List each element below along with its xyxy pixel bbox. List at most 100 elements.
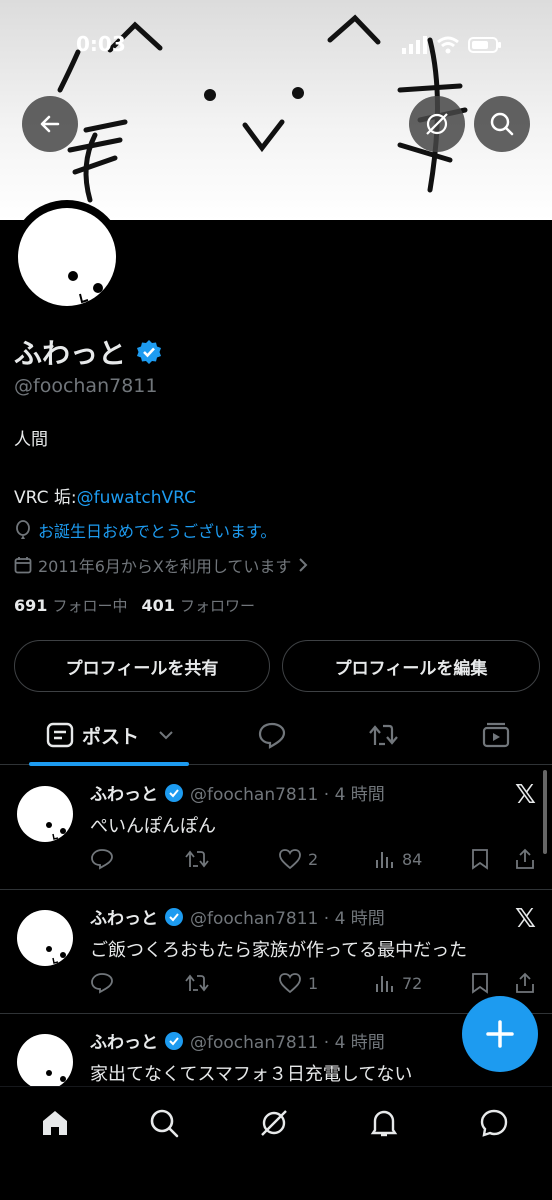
verified-badge-icon [165, 907, 183, 926]
wifi-icon [437, 36, 459, 54]
chevron-right-icon [299, 558, 308, 572]
nav-home[interactable] [35, 1103, 75, 1143]
post-handle-time: @foochan7811 · 4 時間 [190, 1033, 385, 1053]
profile-avatar[interactable] [10, 200, 124, 314]
chat-icon [480, 1109, 508, 1137]
post-text: 家出てなくてスマフォ３日充電してない [90, 1064, 413, 1085]
post-header: ふわっと @foochan7811 · 4 時間 [90, 904, 385, 929]
views-count: 72 [402, 973, 423, 993]
profile-name: ふわっと [14, 332, 162, 372]
post-header: ふわっと @foochan7811 · 4 時間 [90, 780, 385, 805]
repost-tab-icon [369, 724, 398, 746]
compose-post-button[interactable] [462, 996, 538, 1072]
nav-messages[interactable] [474, 1103, 514, 1143]
status-bar: 0:03 [0, 30, 552, 60]
post-item[interactable]: ふわっと @foochan7811 · 4 時間 𝕏 ご飯つくろおもたら家族が作… [0, 890, 552, 1014]
repost-button[interactable] [184, 972, 210, 994]
reply-button[interactable] [90, 848, 114, 870]
x-logo-icon: 𝕏 [515, 904, 536, 934]
status-time: 0:03 [76, 32, 126, 56]
avatar-face [68, 271, 103, 304]
repost-button[interactable] [184, 848, 210, 870]
heart-icon [279, 849, 301, 870]
reply-tab-icon [258, 722, 286, 749]
status-icons [402, 36, 502, 54]
bottom-navigation [0, 1086, 552, 1200]
profile-banner[interactable]: 0:03 [0, 0, 552, 220]
like-button[interactable]: 1 [278, 972, 318, 994]
profile-tabs: ポスト [0, 705, 552, 766]
calendar-icon [14, 557, 32, 574]
bio-vrc-line: VRC 垢:@fuwatchVRC [14, 483, 196, 508]
reply-icon [91, 973, 113, 994]
share-icon [516, 972, 534, 993]
edit-profile-button[interactable]: プロフィールを編集 [282, 640, 540, 692]
grok-button[interactable] [409, 96, 465, 152]
post-avatar[interactable] [17, 786, 73, 842]
views-count: 84 [402, 849, 423, 869]
tab-posts[interactable]: ポスト [46, 717, 175, 753]
views-button[interactable]: 84 [374, 848, 422, 870]
share-profile-button[interactable]: プロフィールを共有 [14, 640, 270, 692]
avatar-face [46, 822, 66, 840]
like-button[interactable]: 2 [278, 848, 318, 870]
post-author-name: ふわっと [90, 1033, 158, 1053]
tab-media[interactable] [481, 717, 511, 753]
post-text: ぺいんぽんぽん [90, 816, 216, 837]
joined-line[interactable]: 2011年6月からXを利用しています [14, 553, 309, 577]
nav-search[interactable] [144, 1103, 184, 1143]
balloon-icon [16, 520, 30, 539]
signal-icon [402, 36, 427, 54]
views-icon [376, 976, 393, 992]
post-header: ふわっと @foochan7811 · 4 時間 [90, 1028, 385, 1053]
battery-icon [468, 37, 501, 53]
avatar [18, 208, 116, 306]
following-count: 691 [14, 596, 48, 615]
share-button[interactable] [514, 972, 536, 994]
back-button[interactable] [22, 96, 78, 152]
post-avatar[interactable] [17, 1034, 73, 1086]
grok-icon [426, 113, 448, 135]
share-button[interactable] [514, 848, 536, 870]
follow-stats: 691 フォロー中 401 フォロワー [14, 595, 255, 616]
search-icon [490, 112, 514, 136]
post-handle-time: @foochan7811 · 4 時間 [190, 785, 385, 805]
post-actions: 1 72 [90, 972, 540, 996]
views-button[interactable]: 72 [374, 972, 422, 994]
heart-icon [279, 973, 301, 994]
nav-grok[interactable] [254, 1103, 294, 1143]
search-button[interactable] [474, 96, 530, 152]
repost-icon [185, 974, 209, 992]
verified-badge-icon [137, 340, 162, 364]
following-stat[interactable]: 691 フォロー中 [14, 595, 128, 616]
bookmark-icon [472, 849, 488, 870]
birthday-line: お誕生日おめでとうございます。 [14, 518, 276, 542]
tab-reposts[interactable] [367, 717, 401, 753]
post-item[interactable]: ふわっと @foochan7811 · 4 時間 𝕏 ぺいんぽんぽん 2 84 [0, 766, 552, 890]
bio-prefix: VRC 垢: [14, 488, 77, 508]
tab-replies[interactable] [257, 717, 287, 753]
birthday-text: お誕生日おめでとうございます。 [38, 522, 277, 541]
post-author-name: ふわっと [90, 909, 158, 929]
reply-button[interactable] [90, 972, 114, 994]
posts-tab-icon [46, 722, 74, 748]
views-icon [376, 852, 393, 868]
following-label: フォロー中 [52, 597, 128, 615]
post-author-name: ふわっと [90, 785, 158, 805]
nav-notifications[interactable] [364, 1103, 404, 1143]
media-tab-icon [482, 722, 510, 748]
bookmark-button[interactable] [470, 972, 490, 994]
display-name: ふわっと [14, 337, 127, 370]
bio-mention-link[interactable]: @fuwatchVRC [77, 488, 196, 508]
verified-badge-icon [165, 783, 183, 802]
scrollbar[interactable] [543, 770, 547, 854]
bookmark-button[interactable] [470, 848, 490, 870]
post-avatar[interactable] [17, 910, 73, 966]
x-logo-icon: 𝕏 [515, 780, 536, 810]
like-count: 1 [308, 973, 319, 993]
post-handle-time: @foochan7811 · 4 時間 [190, 909, 385, 929]
avatar-face [46, 946, 66, 964]
followers-stat[interactable]: 401 フォロワー [142, 595, 256, 616]
bookmark-icon [472, 973, 488, 994]
joined-text: 2011年6月からXを利用しています [38, 557, 292, 576]
